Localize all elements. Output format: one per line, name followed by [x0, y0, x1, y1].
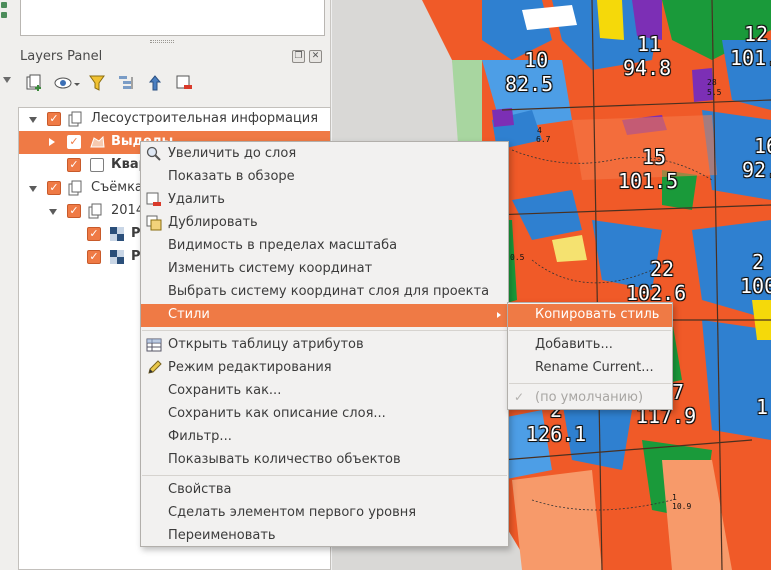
left-toolbar-strip — [0, 0, 12, 24]
map-label-15: 15 101.5 — [618, 145, 679, 193]
check-icon: ✓ — [514, 390, 525, 404]
layer-checkbox[interactable]: ✓ — [47, 112, 61, 126]
pencil-icon — [146, 360, 162, 376]
map-small-label: 5.5 — [707, 88, 722, 97]
visibility-menu-button[interactable] — [54, 73, 82, 93]
layer-checkbox[interactable]: ✓ — [47, 181, 61, 195]
layer-context-menu: Увеличить до слоя Показать в обзоре Удал… — [140, 141, 509, 547]
layer-checkbox[interactable]: ✓ — [67, 204, 81, 218]
map-small-label: 10.9 — [672, 502, 692, 511]
layer-label: Съёмка — [91, 180, 143, 195]
menu-scale-visibility[interactable]: Видимость в пределах масштаба — [141, 235, 508, 258]
upper-panel-widget — [20, 0, 325, 36]
remove-layer-icon — [146, 192, 162, 208]
collapse-all-icon — [148, 75, 162, 91]
collapse-all-button[interactable] — [145, 73, 165, 93]
submenu-rename-current[interactable]: Rename Current... — [508, 357, 672, 380]
layer-checkbox[interactable]: ✓ — [67, 135, 81, 149]
expand-all-button[interactable] — [116, 73, 136, 93]
menu-show-in-overview[interactable]: Показать в обзоре — [141, 166, 508, 189]
menu-duplicate[interactable]: Дублировать — [141, 212, 508, 235]
layer-checkbox[interactable]: ✓ — [87, 250, 101, 264]
menu-set-project-crs[interactable]: Выбрать систему координат слоя для проек… — [141, 281, 508, 304]
layer-label: Лесоустроительная информация — [91, 111, 319, 126]
menu-save-as-layer-definition[interactable]: Сохранить как описание слоя... — [141, 403, 508, 426]
styles-submenu: Копировать стиль Добавить... Rename Curr… — [507, 302, 673, 410]
menu-show-feature-count[interactable]: Показывать количество объектов — [141, 449, 508, 472]
menu-rename[interactable]: Переименовать — [141, 525, 508, 548]
group-icon — [87, 203, 103, 219]
submenu-default-style[interactable]: ✓ (по умолчанию) — [508, 387, 672, 410]
map-label-2x: 2 100 — [740, 250, 771, 298]
map-label-10: 10 82.5 — [505, 48, 554, 96]
menu-make-top-level[interactable]: Сделать элементом первого уровня — [141, 502, 508, 525]
menu-separator — [142, 330, 507, 331]
layer-group-forestry[interactable]: ✓ Лесоустроительная информация — [19, 108, 330, 131]
expand-all-icon — [119, 76, 133, 89]
menu-styles[interactable]: Стили — [141, 304, 508, 327]
expand-arrow-icon[interactable] — [49, 209, 57, 215]
add-group-icon — [26, 74, 41, 91]
submenu-arrow-icon — [497, 312, 501, 318]
menu-open-attribute-table[interactable]: Открыть таблицу атрибутов — [141, 334, 508, 357]
menu-save-as[interactable]: Сохранить как... — [141, 380, 508, 403]
layer-checkbox[interactable]: ✓ — [87, 227, 101, 241]
map-label-22: 22 102.6 — [626, 257, 687, 305]
duplicate-icon — [146, 215, 162, 231]
close-panel-button[interactable]: ✕ — [309, 50, 322, 63]
map-label-11: 11 94.8 — [623, 32, 672, 80]
add-group-button[interactable] — [24, 73, 44, 93]
panel-splitter-handle[interactable] — [150, 40, 174, 43]
menu-zoom-to-layer[interactable]: Увеличить до слоя — [141, 143, 508, 166]
menu-set-layer-crs[interactable]: Изменить систему координат — [141, 258, 508, 281]
menu-separator — [509, 330, 671, 331]
float-panel-button[interactable]: ❐ — [292, 50, 305, 63]
menu-separator — [142, 475, 507, 476]
map-small-label: 28 — [707, 78, 717, 87]
submenu-add-style[interactable]: Добавить... — [508, 334, 672, 357]
menu-properties[interactable]: Свойства — [141, 479, 508, 502]
menu-filter[interactable]: Фильтр... — [141, 426, 508, 449]
layer-checkbox[interactable]: ✓ — [67, 158, 81, 172]
raster-layer-icon — [109, 226, 125, 242]
map-label-27: 7 117.9 — [636, 380, 697, 428]
polygon-layer-icon — [89, 134, 105, 150]
symbol-swatch — [90, 158, 104, 172]
expand-arrow-icon[interactable] — [29, 186, 37, 192]
remove-layer-button[interactable] — [174, 73, 194, 93]
expand-arrow-icon[interactable] — [49, 138, 55, 146]
submenu-copy-style[interactable]: Копировать стиль — [508, 304, 672, 327]
eye-icon — [54, 77, 80, 89]
menu-separator — [509, 383, 671, 384]
layers-panel-title: Layers Panel — [20, 49, 103, 64]
raster-layer-icon — [109, 249, 125, 265]
filter-icon — [89, 75, 105, 91]
collapse-arrow-icon[interactable] — [3, 77, 11, 83]
group-icon — [67, 180, 83, 196]
map-small-label: 1 — [672, 493, 677, 502]
map-small-label: 6.7 — [536, 135, 551, 144]
table-icon — [146, 337, 162, 353]
map-small-label: 0.5 — [510, 253, 525, 262]
map-label-right: 1 — [756, 395, 769, 419]
remove-layer-icon — [176, 75, 192, 89]
map-label-12: 12101. — [730, 22, 771, 70]
menu-remove[interactable]: Удалить — [141, 189, 508, 212]
menu-toggle-editing[interactable]: Режим редактирования — [141, 357, 508, 380]
zoom-icon — [146, 146, 162, 162]
group-icon — [67, 111, 83, 127]
filter-legend-button[interactable] — [87, 73, 107, 93]
map-label-16: 1692. — [742, 134, 771, 182]
map-small-label: 4 — [537, 126, 542, 135]
expand-arrow-icon[interactable] — [29, 117, 37, 123]
